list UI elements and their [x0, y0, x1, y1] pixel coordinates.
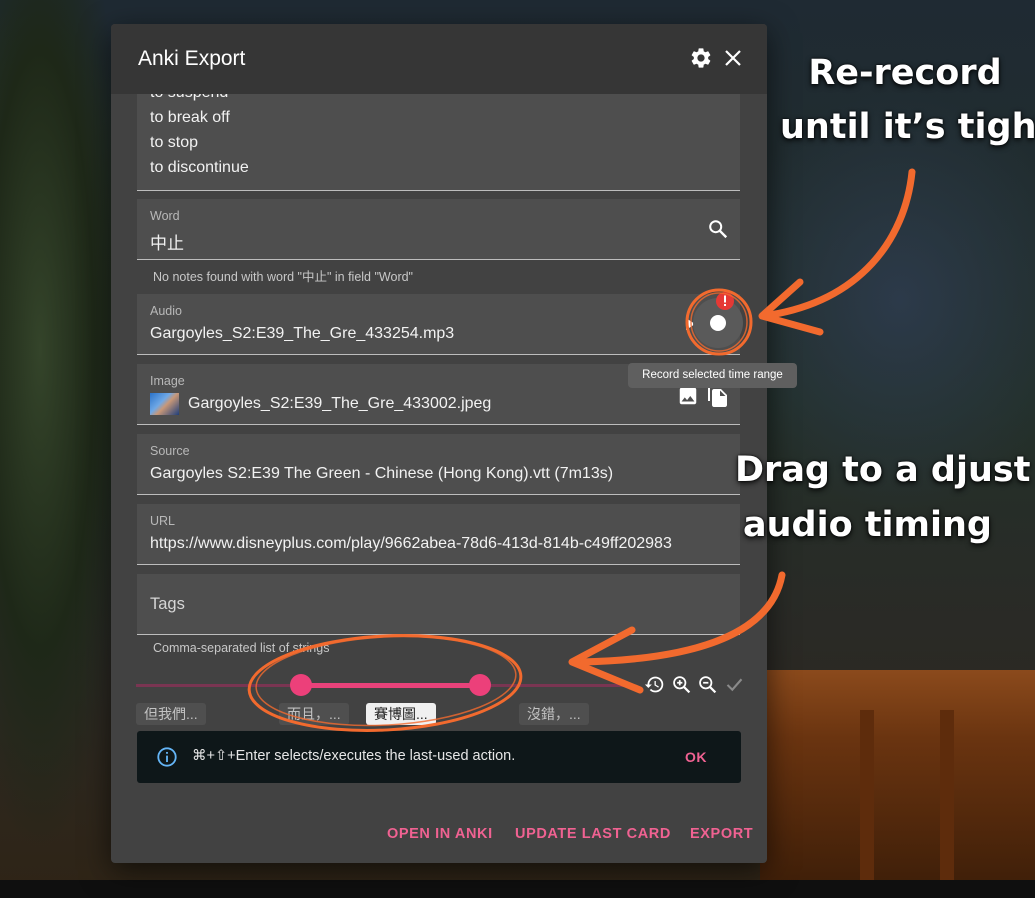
record-tooltip: Record selected time range — [628, 363, 797, 388]
image-label: Image — [150, 374, 185, 388]
tags-hint: Comma-separated list of strings — [153, 641, 330, 655]
search-icon[interactable] — [707, 218, 729, 240]
timeline-start-handle[interactable] — [290, 674, 312, 696]
word-hint: No notes found with word "中止" in field "… — [153, 270, 413, 284]
timeline-chip[interactable]: 沒錯，... — [519, 703, 589, 725]
dialog-title: Anki Export — [138, 47, 246, 70]
timeline-selected-range[interactable] — [300, 683, 480, 688]
timeline-chip[interactable]: 而且，... — [279, 703, 349, 725]
timeline-end-handle[interactable] — [469, 674, 491, 696]
info-icon — [157, 747, 177, 767]
anki-export-dialog: Anki Export to suspend to break off to s… — [111, 24, 767, 863]
open-in-anki-button[interactable]: OPEN IN ANKI — [387, 826, 493, 842]
image-icon[interactable] — [677, 385, 699, 407]
close-icon[interactable] — [721, 46, 745, 70]
word-label: Word — [150, 209, 180, 223]
notice-text: ⌘+⇧+Enter selects/executes the last-used… — [192, 748, 516, 764]
background-railing — [760, 670, 1035, 898]
export-button[interactable]: EXPORT — [690, 826, 753, 842]
record-icon — [710, 315, 726, 331]
background-tree — [0, 0, 120, 898]
rerecord-annotation-line2: until it’s tight — [780, 107, 1035, 147]
timeline-chip[interactable]: 但我們... — [136, 703, 206, 725]
source-value: Gargoyles S2:E39 The Green - Chinese (Ho… — [150, 465, 614, 482]
drag-annotation-line2: audio timing — [743, 505, 992, 545]
url-field[interactable]: URL https://www.disneyplus.com/play/9662… — [137, 504, 740, 565]
word-value: 中止 — [150, 234, 184, 253]
audio-label: Audio — [150, 304, 182, 318]
audio-value: Gargoyles_S2:E39_The_Gre_433254.mp3 — [150, 325, 455, 342]
definition-field[interactable]: to suspend to break off to stop to disco… — [137, 94, 740, 191]
url-label: URL — [150, 514, 176, 528]
tags-placeholder: Tags — [150, 595, 185, 613]
notice-ok-button[interactable]: OK — [685, 749, 707, 765]
url-value: https://www.disneyplus.com/play/9662abea… — [150, 535, 672, 552]
update-last-card-button[interactable]: UPDATE LAST CARD — [515, 826, 671, 842]
definition-line: to stop — [150, 134, 199, 151]
zoom-in-icon[interactable] — [671, 674, 692, 695]
gear-icon[interactable] — [689, 46, 713, 70]
background-bottom-bar — [0, 880, 1035, 898]
dialog-header: Anki Export — [111, 24, 767, 94]
drag-annotation-line1: Drag to a djust — [735, 450, 1031, 490]
word-field[interactable]: Word 中止 — [137, 199, 740, 260]
history-icon[interactable] — [644, 674, 665, 695]
alert-badge-icon — [716, 292, 734, 310]
source-field[interactable]: Source Gargoyles S2:E39 The Green - Chin… — [137, 434, 740, 495]
audio-field[interactable]: Audio Gargoyles_S2:E39_The_Gre_433254.mp… — [137, 294, 740, 355]
definition-line: to break off — [150, 109, 230, 126]
shortcut-notice: ⌘+⇧+Enter selects/executes the last-used… — [137, 731, 741, 783]
zoom-out-icon[interactable] — [697, 674, 718, 695]
tags-field[interactable]: Tags — [137, 574, 740, 635]
check-icon[interactable] — [724, 674, 745, 695]
source-label: Source — [150, 444, 190, 458]
image-value: Gargoyles_S2:E39_The_Gre_433002.jpeg — [188, 395, 492, 412]
definition-line: to discontinue — [150, 159, 249, 176]
image-thumbnail — [150, 393, 179, 415]
definition-line: to suspend — [150, 94, 228, 102]
rerecord-annotation-line1: Re-record — [808, 53, 1002, 93]
timeline-chip-selected[interactable]: 賽博圖... — [366, 703, 436, 725]
